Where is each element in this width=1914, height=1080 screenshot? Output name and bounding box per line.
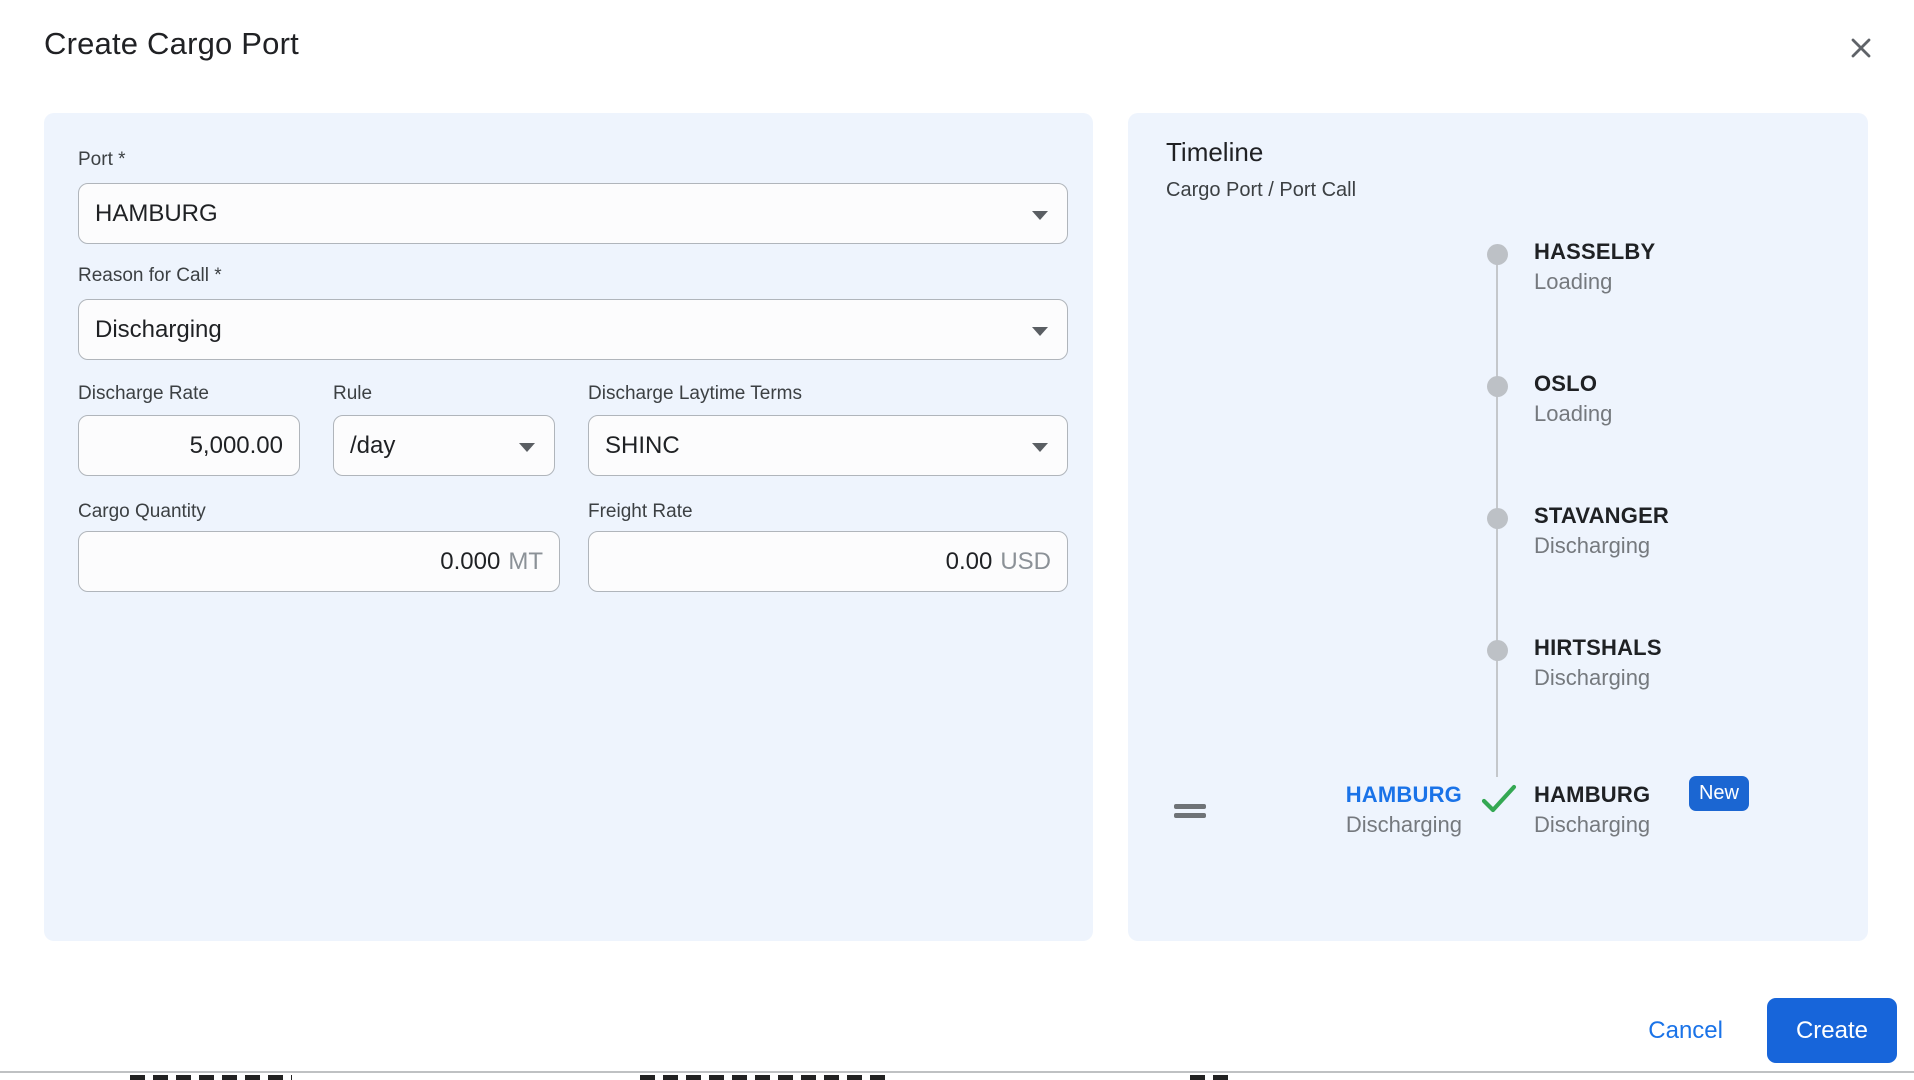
freight-rate-label: Freight Rate	[588, 501, 693, 522]
discharge-laytime-terms-select[interactable]: SHINC	[588, 415, 1068, 476]
dialog-title: Create Cargo Port	[44, 26, 299, 61]
chevron-down-icon	[1032, 210, 1048, 220]
chevron-down-icon	[1032, 326, 1048, 336]
discharge-rate-input[interactable]: 5,000.00	[78, 415, 300, 476]
cargo-quantity-label: Cargo Quantity	[78, 501, 206, 522]
timeline-item-hirtshals: HIRTSHALS Discharging	[1534, 635, 1662, 690]
freight-rate-unit: USD	[1000, 547, 1051, 575]
drag-handle-icon[interactable]	[1174, 804, 1206, 818]
background-table-clipped-row	[1190, 1075, 1232, 1080]
background-page-edge	[0, 1071, 1914, 1080]
background-table-clipped-row	[130, 1075, 292, 1080]
background-table-clipped-row	[640, 1075, 893, 1080]
create-cargo-port-dialog: Create Cargo Port Port * HAMBURG Reason …	[0, 0, 1914, 1080]
timeline-item-oslo: OSLO Loading	[1534, 371, 1613, 426]
cargo-port-form-panel: Port * HAMBURG Reason for Call * Dischar…	[44, 113, 1093, 941]
close-icon[interactable]	[1842, 29, 1880, 67]
timeline-dot	[1487, 640, 1508, 661]
chevron-down-icon	[1032, 442, 1048, 452]
port-label: Port *	[78, 149, 126, 170]
timeline-item-hasselby: HASSELBY Loading	[1534, 239, 1656, 294]
freight-rate-input[interactable]: 0.00 USD	[588, 531, 1068, 592]
reason-for-call-label: Reason for Call *	[78, 265, 222, 286]
timeline-panel: Timeline Cargo Port / Port Call HASSELBY…	[1128, 113, 1868, 941]
rule-select[interactable]: /day	[333, 415, 555, 476]
timeline-subtitle: Cargo Port / Port Call	[1166, 179, 1357, 201]
chevron-down-icon	[519, 442, 535, 452]
create-button[interactable]: Create	[1767, 998, 1897, 1063]
dialog-actions: Cancel Create	[1648, 998, 1897, 1063]
timeline-dot	[1487, 376, 1508, 397]
cancel-button[interactable]: Cancel	[1648, 1017, 1723, 1045]
cargo-quantity-unit: MT	[508, 547, 543, 575]
check-icon	[1480, 782, 1518, 816]
port-select[interactable]: HAMBURG	[78, 183, 1068, 244]
timeline-title: Timeline	[1166, 137, 1264, 167]
discharge-laytime-terms-label: Discharge Laytime Terms	[588, 383, 803, 404]
reason-for-call-select[interactable]: Discharging	[78, 299, 1068, 360]
close-icon-glyph	[1851, 38, 1871, 58]
timeline-item-hamburg-new: HAMBURG Discharging	[1534, 782, 1651, 837]
cargo-quantity-input[interactable]: 0.000 MT	[78, 531, 560, 592]
timeline-dot	[1487, 508, 1508, 529]
discharge-rate-label: Discharge Rate	[78, 383, 209, 404]
rule-label: Rule	[333, 383, 373, 404]
timeline-item-stavanger: STAVANGER Discharging	[1534, 503, 1670, 558]
new-cargo-port-entry: HAMBURG Discharging	[1345, 782, 1462, 837]
timeline-dot	[1487, 244, 1508, 265]
new-badge: New	[1689, 776, 1749, 811]
